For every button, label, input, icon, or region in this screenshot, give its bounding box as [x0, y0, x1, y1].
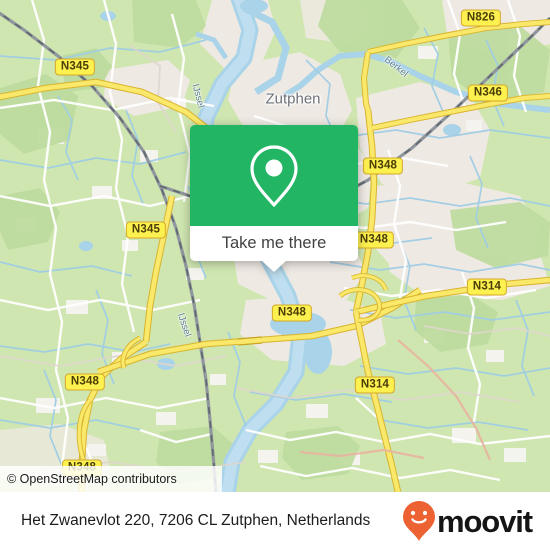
moovit-wordmark: moovit: [436, 503, 533, 539]
road-shield-n314-s[interactable]: N314: [354, 376, 396, 394]
map-screenshot: Zutphen IJssel IJssel Berkel N345 N345 N…: [0, 0, 550, 550]
road-shield-n346[interactable]: N346: [467, 84, 509, 102]
road-shield-n348-sw[interactable]: N348: [64, 373, 106, 391]
place-label-zutphen: Zutphen: [265, 90, 321, 108]
osm-attribution-text: © OpenStreetMap contributors: [7, 472, 177, 486]
road-shield-n826[interactable]: N826: [460, 9, 502, 27]
address-label: Het Zwanevlot 220, 7206 CL Zutphen, Neth…: [21, 512, 371, 529]
road-shield-n348-e[interactable]: N348: [353, 231, 395, 249]
popup-icon-area: [190, 125, 358, 226]
take-me-there-label: Take me there: [221, 234, 327, 252]
moovit-logo[interactable]: moovit: [402, 500, 533, 542]
osm-attribution[interactable]: © OpenStreetMap contributors: [0, 466, 222, 492]
road-shield-n348-center[interactable]: N348: [271, 304, 313, 322]
road-shield-n348-ne[interactable]: N348: [362, 157, 404, 175]
moovit-smiley-pin-icon: [402, 501, 435, 541]
location-popup-card[interactable]: Take me there: [190, 125, 358, 272]
road-shield-n314-e[interactable]: N314: [466, 278, 508, 296]
road-shield-n345-nw[interactable]: N345: [54, 58, 96, 76]
road-shield-n345-w[interactable]: N345: [125, 221, 167, 239]
map-pin-icon: [250, 144, 298, 207]
popup-action-area[interactable]: Take me there: [190, 226, 358, 272]
map-canvas[interactable]: Zutphen IJssel IJssel Berkel N345 N345 N…: [0, 0, 550, 492]
popup-tail: [262, 261, 286, 272]
footer-bar: Het Zwanevlot 220, 7206 CL Zutphen, Neth…: [0, 492, 550, 550]
